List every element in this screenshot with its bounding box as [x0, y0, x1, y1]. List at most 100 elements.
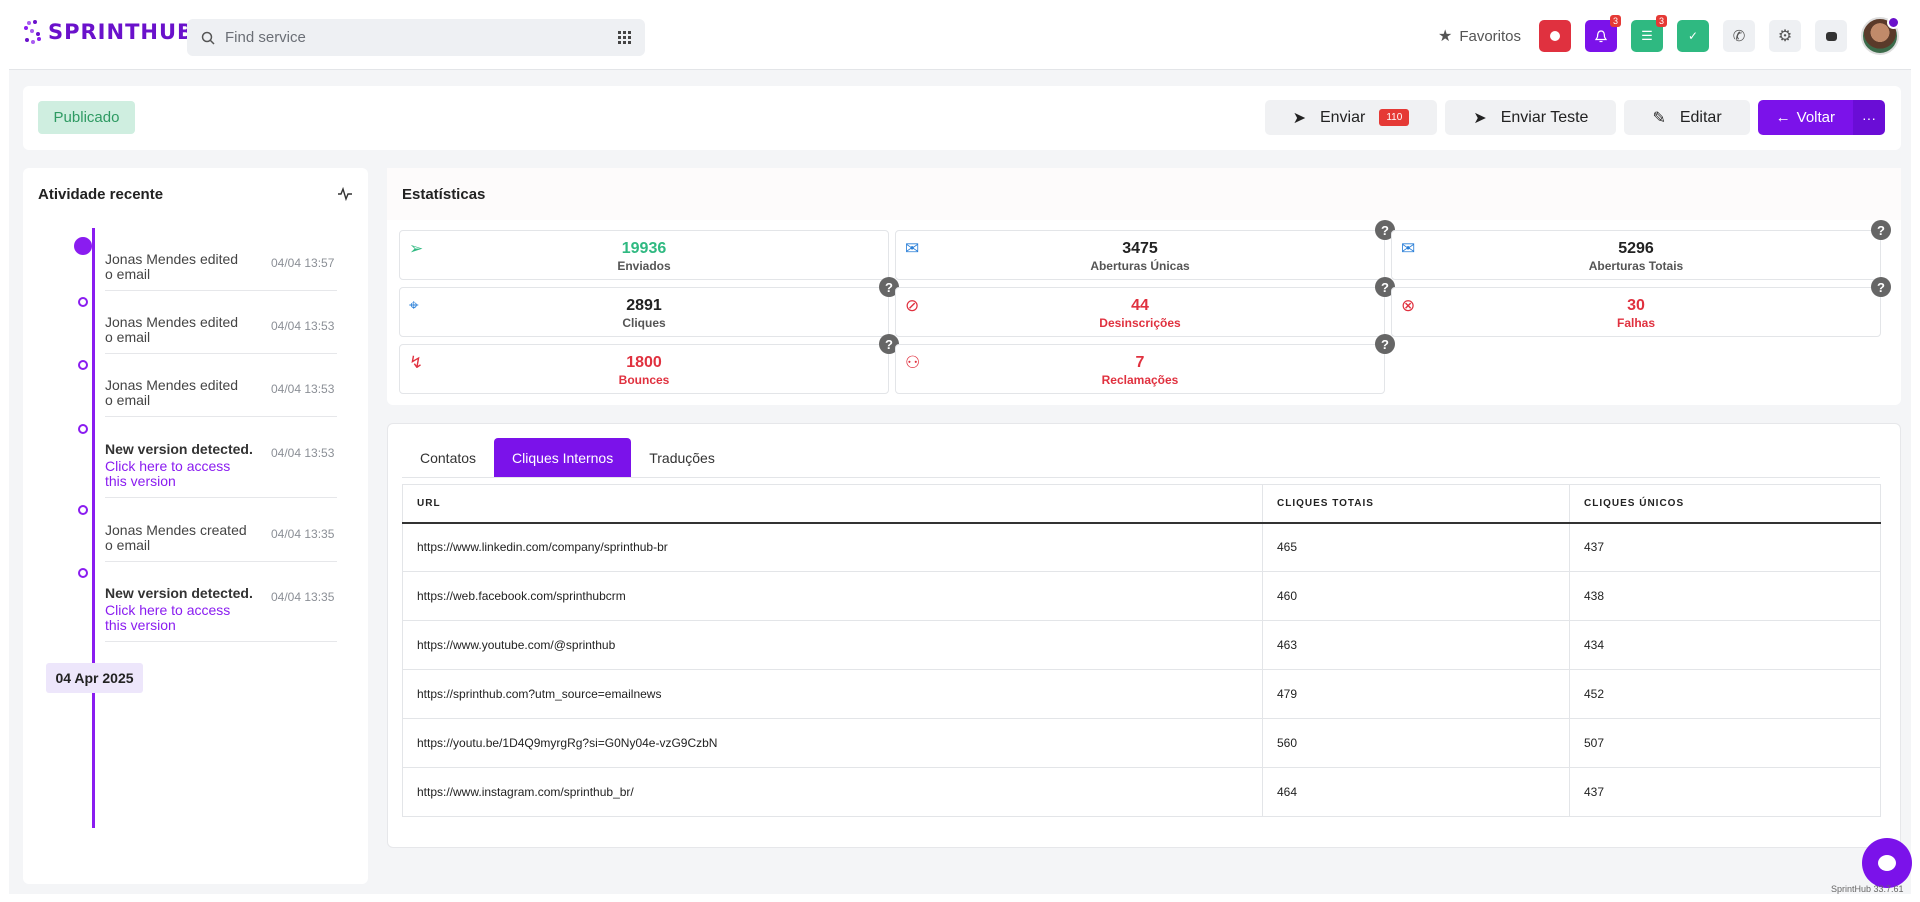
help-icon[interactable]: ?	[1871, 220, 1891, 240]
table-row[interactable]: https://youtu.be/1D4Q9myrgRg?si=G0Ny04e-…	[402, 718, 1881, 768]
url-cell: https://www.linkedin.com/company/sprinth…	[402, 522, 1263, 572]
table-row[interactable]: https://www.instagram.com/sprinthub_br/ …	[402, 767, 1881, 817]
back-label: Voltar	[1796, 109, 1835, 126]
logo[interactable]: SPRINTHUB	[22, 19, 194, 45]
send-test-button[interactable]: ➤ Enviar Teste	[1445, 100, 1617, 135]
url-cell: https://www.youtube.com/@sprinthub	[402, 620, 1263, 670]
action-buttons: ➤ Enviar 110 ➤ Enviar Teste ✎ Editar ← V…	[1264, 100, 1885, 135]
top-bar: SPRINTHUB ★ Favoritos 3 ☰ 3	[9, 0, 1911, 70]
send-icon: ➤	[1292, 109, 1306, 127]
recent-activity-header: Atividade recente	[23, 168, 368, 220]
timeline-entry-text: Jonas Mendes edited o email	[105, 378, 255, 408]
table-row[interactable]: https://web.facebook.com/sprinthubcrm 46…	[402, 571, 1881, 621]
stat-label: Reclamações	[1101, 373, 1179, 387]
tasks-button[interactable]: ☰ 3	[1631, 15, 1667, 52]
timeline-entry-line1: Jonas Mendes edited	[105, 314, 239, 330]
done-button[interactable]: ✓	[1677, 20, 1709, 52]
help-icon[interactable]: ?	[1871, 277, 1891, 297]
timeline-entry-line1: New version detected.	[105, 585, 253, 601]
stat-label: Enviados	[617, 259, 671, 273]
stat-card-clicks: ⌖ 2891 Cliques ?	[399, 277, 899, 337]
recent-activity-title: Atividade recente	[38, 185, 164, 203]
check-circle-icon: ✓	[1687, 29, 1699, 43]
timeline-divider	[105, 353, 337, 354]
phone-icon: ✆	[1732, 28, 1746, 45]
version-link[interactable]: Click here to access this version	[105, 459, 255, 489]
stat-label: Bounces	[618, 373, 670, 387]
column-header-unique-clicks[interactable]: CLIQUES ÚNICOS	[1569, 484, 1881, 524]
send-test-label: Enviar Teste	[1500, 108, 1589, 126]
settings-button[interactable]: ⚙	[1769, 20, 1801, 52]
edit-button[interactable]: ✎ Editar	[1624, 100, 1750, 135]
table-row[interactable]: https://sprinthub.com?utm_source=emailne…	[402, 669, 1881, 719]
search-bar[interactable]	[187, 19, 645, 56]
timeline-entry-time: 04/04 13:35	[271, 527, 335, 541]
stat-label: Aberturas Totais	[1588, 259, 1684, 273]
back-button[interactable]: ← Voltar	[1757, 100, 1853, 135]
timeline-divider	[105, 641, 337, 642]
activity-pulse-icon[interactable]	[337, 187, 353, 201]
column-header-url[interactable]: URL	[402, 484, 1263, 524]
unique-clicks-cell: 434	[1569, 620, 1881, 670]
stat-label: Falhas	[1616, 316, 1655, 330]
timeline-divider	[105, 290, 337, 291]
timeline-entry-line1: Jonas Mendes edited	[105, 251, 239, 267]
stat-card-unsubscribes: ⊘ 44 Desinscrições ?	[895, 277, 1395, 337]
stat-value: 44	[1131, 297, 1149, 314]
timeline-entry-line1: Jonas Mendes edited	[105, 377, 239, 393]
phone-button[interactable]: ✆	[1723, 20, 1755, 52]
action-bar: Publicado ➤ Enviar 110 ➤ Enviar Teste ✎ …	[23, 86, 1901, 150]
timeline-entry-line1: Jonas Mendes created	[105, 522, 247, 538]
send-button[interactable]: ➤ Enviar 110	[1264, 100, 1438, 135]
stat-card-bounces: ↯ 1800 Bounces ?	[399, 334, 899, 394]
timeline-dot	[78, 297, 88, 307]
table-row[interactable]: https://www.linkedin.com/company/sprinth…	[402, 522, 1881, 572]
stat-card-unique-opens: ✉ 3475 Aberturas Únicas ?	[895, 220, 1395, 280]
timeline-entry-time: 04/04 13:53	[271, 446, 335, 460]
stat-value: 5296	[1618, 240, 1654, 257]
apps-grid-icon[interactable]	[618, 31, 631, 44]
statistics-panel: Estatísticas ➢ 19936 Enviados ✉ 3475 Abe…	[387, 168, 1901, 405]
edit-icon: ✎	[1652, 109, 1666, 127]
avatar[interactable]	[1861, 16, 1900, 55]
version-label: SprintHub 33.7.61	[1831, 884, 1904, 894]
edit-label: Editar	[1679, 108, 1722, 126]
favorites-button[interactable]: ★ Favoritos	[1438, 26, 1521, 46]
star-icon: ★	[1437, 28, 1453, 45]
table-row[interactable]: https://www.youtube.com/@sprinthub 463 4…	[402, 620, 1881, 670]
arrow-left-icon: ←	[1775, 109, 1791, 126]
timeline-entry-time: 04/04 13:53	[271, 319, 335, 333]
chat-fab-button[interactable]	[1862, 838, 1912, 888]
unique-clicks-cell: 438	[1569, 571, 1881, 621]
timeline-divider	[105, 497, 337, 498]
version-link[interactable]: Click here to access this version	[105, 603, 255, 633]
timeline-entry-time: 04/04 13:35	[271, 590, 335, 604]
timeline-entry-line2: o email	[105, 537, 151, 553]
stat-value: 7	[1135, 354, 1145, 371]
statistics-title: Estatísticas	[387, 168, 1901, 220]
clicks-table: URL CLIQUES TOTAIS CLIQUES ÚNICOS https:…	[402, 484, 1881, 817]
unique-clicks-cell: 437	[1569, 767, 1881, 817]
total-clicks-cell: 464	[1262, 767, 1570, 817]
total-clicks-cell: 479	[1262, 669, 1570, 719]
more-options-button[interactable]: ···	[1853, 100, 1885, 135]
alert-button[interactable]	[1539, 20, 1571, 52]
stat-value: 30	[1627, 297, 1645, 314]
tab-translations[interactable]: Traduções	[631, 438, 733, 477]
stat-value: 1800	[626, 354, 662, 371]
status-badge: Publicado	[38, 101, 135, 134]
column-header-total-clicks[interactable]: CLIQUES TOTAIS	[1262, 484, 1570, 524]
top-right-toolbar: ★ Favoritos 3 ☰ 3 ✓ ✆ ⚙	[1438, 15, 1900, 55]
notifications-button[interactable]: 3	[1585, 15, 1621, 52]
tab-internal-clicks[interactable]: Cliques Internos	[494, 438, 632, 477]
timeline-dot	[74, 237, 92, 255]
avatar-status-badge	[1887, 16, 1900, 29]
help-icon[interactable]: ?	[1375, 334, 1395, 354]
timeline-entry-line2: o email	[105, 266, 151, 282]
tab-contacts[interactable]: Contatos	[402, 438, 494, 477]
search-input[interactable]	[225, 29, 618, 46]
stat-value: 3475	[1122, 240, 1158, 257]
timeline-dot	[78, 424, 88, 434]
chat-button[interactable]	[1815, 20, 1847, 52]
stat-label: Aberturas Únicas	[1090, 259, 1190, 273]
